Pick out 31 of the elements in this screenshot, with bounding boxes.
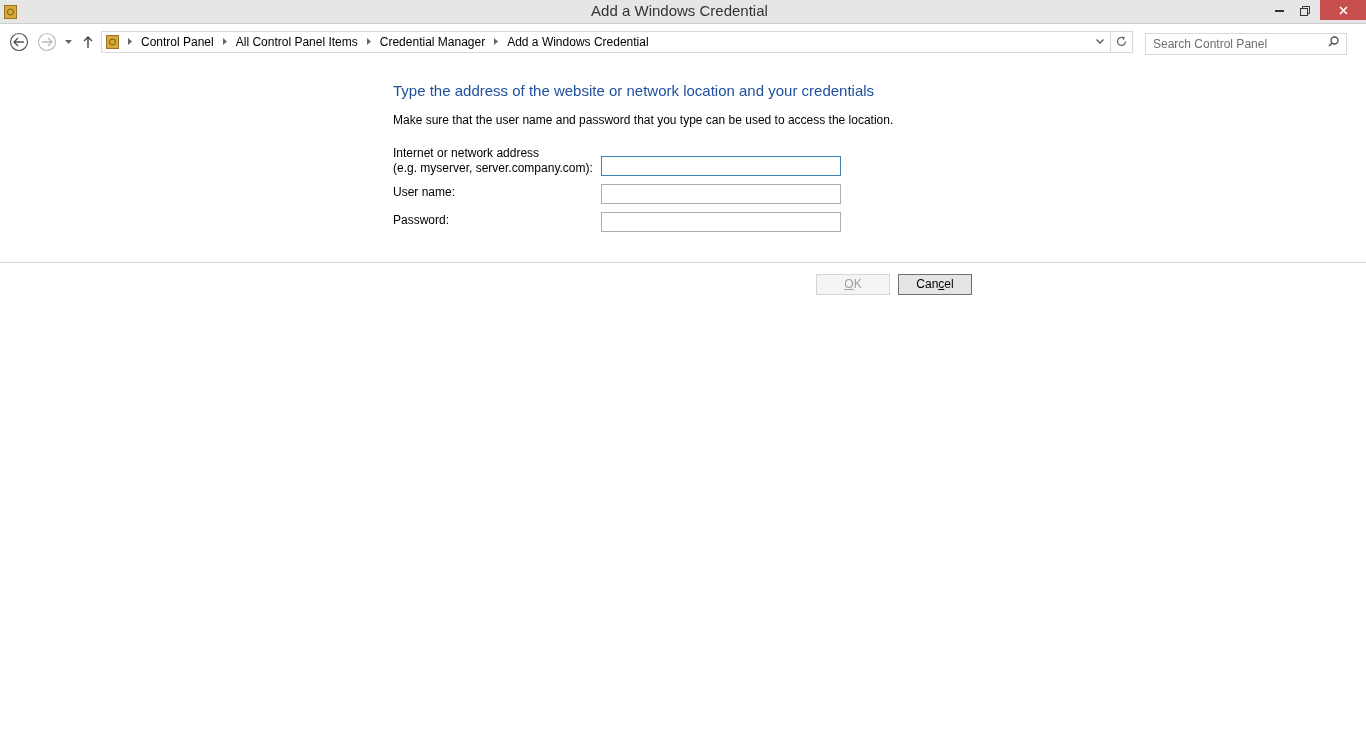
chevron-right-icon (128, 38, 132, 45)
breadcrumb-link[interactable]: Control Panel (141, 32, 214, 51)
chevron-down-icon (1096, 39, 1104, 44)
field-label: User name: (393, 183, 457, 200)
field-label: Password: (393, 211, 451, 228)
description-text: Make sure that the user name and password that you type can be used to access the location. (393, 111, 895, 129)
input-field[interactable] (601, 155, 841, 176)
breadcrumb-link[interactable]: Add a Windows Credential (507, 32, 649, 51)
up-arrow-icon (83, 35, 93, 48)
address-bar[interactable]: Control Panel All Control Panel Items Credential Manager Add a Windows Credential (101, 30, 1133, 53)
search-icon (1328, 35, 1339, 47)
restore-icon (1300, 5, 1310, 16)
caret-icon (64, 39, 72, 44)
close-icon (1338, 5, 1348, 15)
window-title: Add a Windows Credential (591, 1, 768, 22)
dialog-button[interactable]: Cancel (898, 273, 972, 295)
safe-icon (4, 4, 17, 19)
minimize-icon (1274, 9, 1284, 12)
breadcrumb-link[interactable]: All Control Panel Items (235, 32, 358, 51)
back-button[interactable] (9, 31, 29, 52)
input-field[interactable] (601, 211, 841, 232)
chevron-right-icon (222, 38, 227, 45)
field-label: Internet or network address (e.g. myserver, server.company.com): (393, 145, 594, 176)
page-heading: Type the address of the website or network location and your credentials (393, 81, 876, 101)
safe-icon (106, 34, 119, 49)
chevron-right-icon (366, 38, 371, 45)
breadcrumb-link[interactable]: Credential Manager (379, 32, 486, 51)
input-field[interactable] (601, 183, 841, 204)
refresh-icon (1116, 36, 1127, 47)
search-field[interactable]: Search Control Panel (1145, 32, 1347, 55)
chevron-right-icon (494, 38, 499, 45)
